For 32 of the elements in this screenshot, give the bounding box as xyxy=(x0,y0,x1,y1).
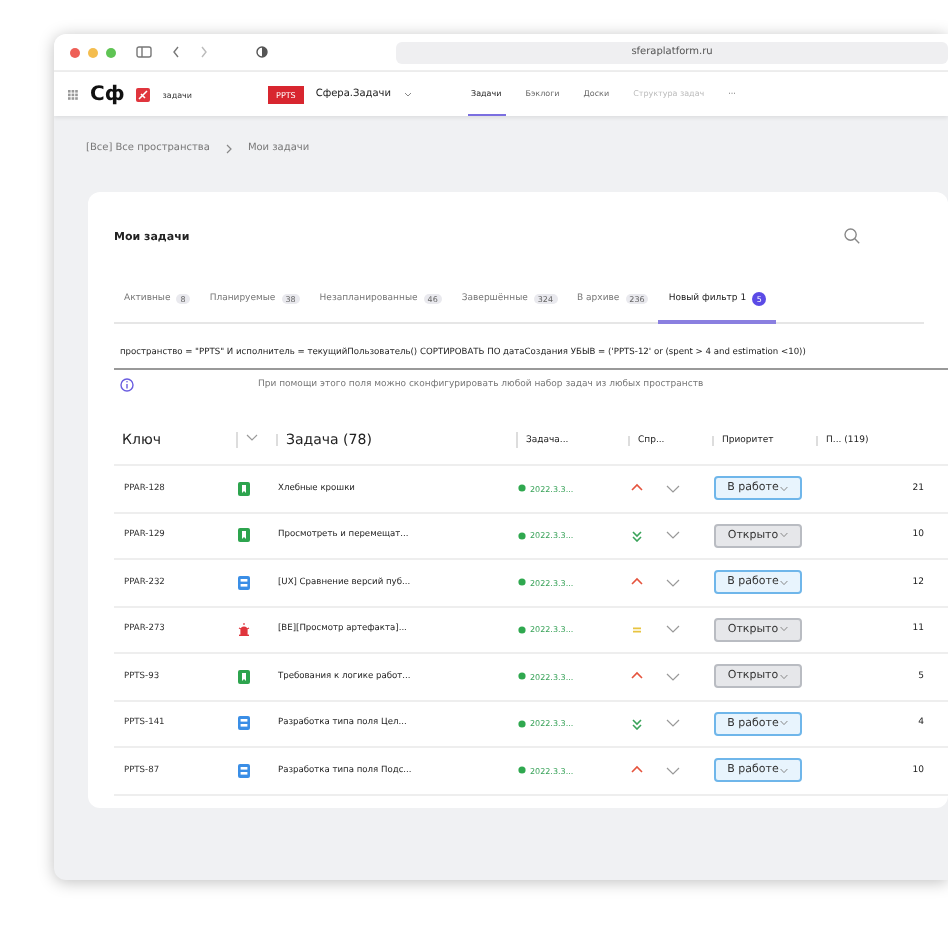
search-icon[interactable] xyxy=(844,228,860,244)
status-dot-icon xyxy=(518,719,526,728)
chevron-down-icon[interactable] xyxy=(666,483,680,494)
apps-grid-icon[interactable] xyxy=(68,89,78,99)
back-icon[interactable] xyxy=(172,46,180,58)
chevron-down-icon[interactable] xyxy=(666,530,680,541)
product-logo-icon xyxy=(136,87,151,101)
status-dot-icon xyxy=(518,578,526,587)
chevron-down-icon[interactable] xyxy=(666,671,680,682)
chevron-down-icon[interactable] xyxy=(666,624,680,635)
chevron-down-icon[interactable] xyxy=(666,577,680,588)
chevron-down-icon[interactable] xyxy=(666,765,680,776)
theme-icon[interactable] xyxy=(256,46,268,58)
info-icon xyxy=(120,378,134,392)
status-dot-icon xyxy=(518,484,526,493)
chevron-right-icon xyxy=(225,143,232,153)
chevron-down-icon xyxy=(780,767,789,774)
chevron-down-icon xyxy=(780,626,789,633)
chevron-down-icon xyxy=(780,532,789,539)
chevron-down-icon[interactable] xyxy=(246,434,258,442)
sidebar-icon[interactable] xyxy=(136,46,152,58)
chevron-down-icon xyxy=(780,485,789,492)
chevron-down-icon xyxy=(780,579,789,586)
logo: Сф xyxy=(90,83,125,105)
chevron-down-icon xyxy=(780,720,789,727)
status-dot-icon xyxy=(518,672,526,681)
status-dot-icon xyxy=(518,766,526,775)
chevron-down-icon[interactable] xyxy=(666,718,680,729)
status-dot-icon xyxy=(518,625,526,634)
chevron-down-icon xyxy=(780,673,789,680)
status-dot-icon xyxy=(518,531,526,540)
forward-icon[interactable] xyxy=(200,46,208,58)
